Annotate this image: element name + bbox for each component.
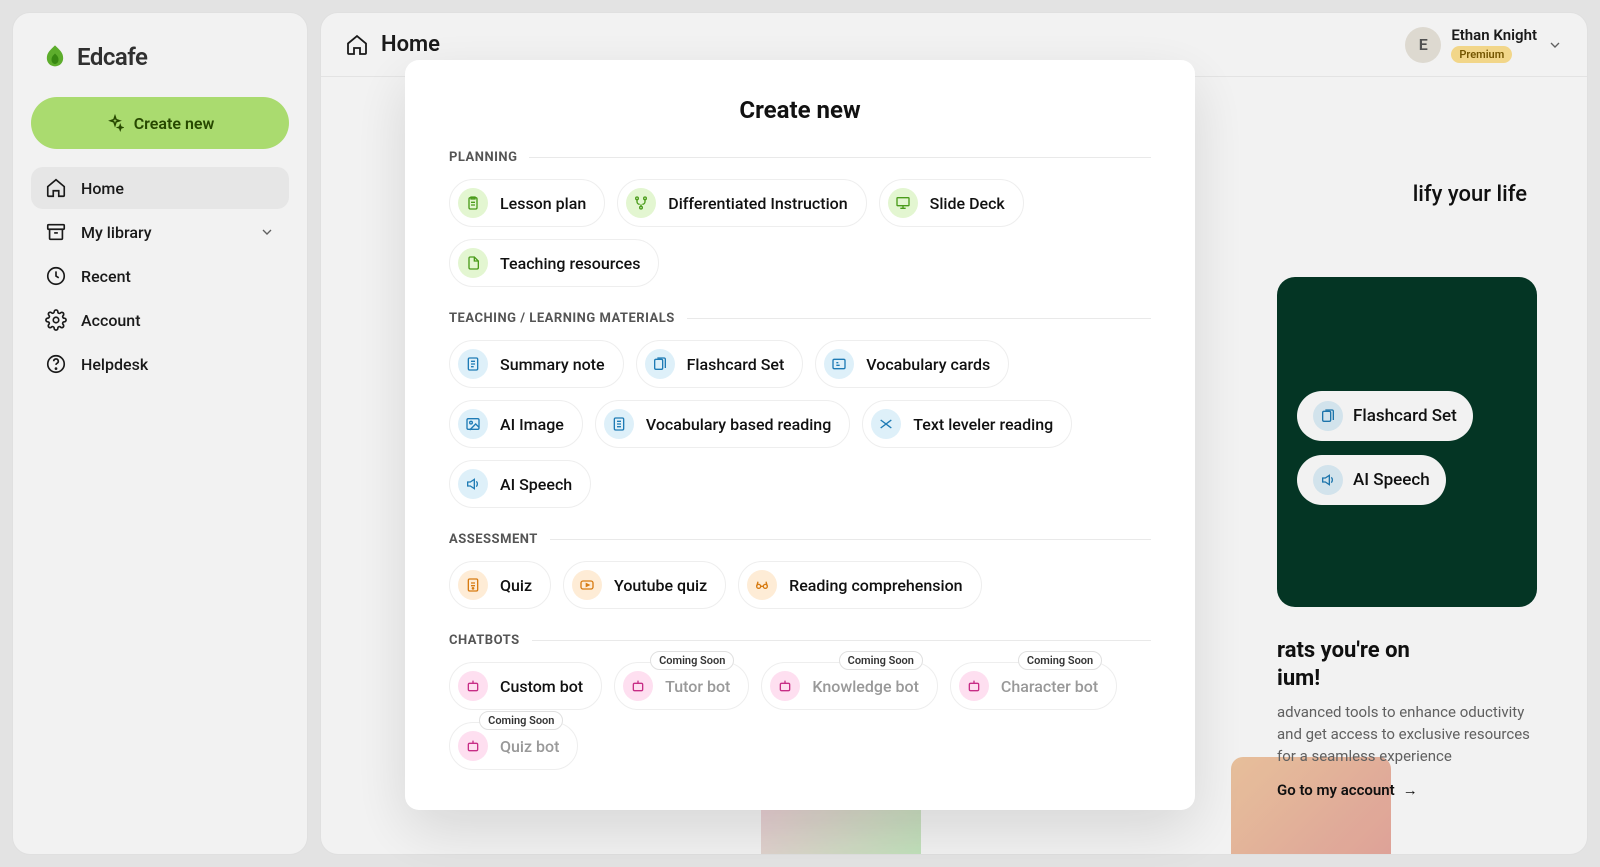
chip-lesson-plan[interactable]: Lesson plan [449, 179, 605, 227]
clipboard-icon [458, 188, 488, 218]
section-label-chatbots: CHATBOTS [449, 633, 520, 648]
create-new-modal: Create new PLANNING Lesson plan Differen… [405, 60, 1195, 810]
divider [687, 318, 1151, 319]
chip-label: Knowledge bot [812, 677, 919, 696]
chip-label: Tutor bot [665, 677, 730, 696]
chip-quiz[interactable]: Quiz [449, 561, 551, 609]
cards-icon [645, 349, 675, 379]
section-label-materials: TEACHING / LEARNING MATERIALS [449, 311, 675, 326]
chip-flashcard-set[interactable]: Flashcard Set [636, 340, 804, 388]
chip-summary-note[interactable]: Summary note [449, 340, 624, 388]
chip-ai-image[interactable]: AI Image [449, 400, 583, 448]
chip-label: Flashcard Set [687, 355, 785, 374]
chip-label: Text leveler reading [913, 415, 1053, 434]
quiz-icon [458, 570, 488, 600]
chip-label: Differentiated Instruction [668, 194, 847, 213]
chip-label: AI Image [500, 415, 564, 434]
doc-icon [604, 409, 634, 439]
chip-vocabulary-cards[interactable]: Vocabulary cards [815, 340, 1009, 388]
chip-label: Character bot [1001, 677, 1098, 696]
text-icon [871, 409, 901, 439]
bot-icon [458, 671, 488, 701]
chip-label: Teaching resources [500, 254, 640, 273]
coming-soon-badge: Coming Soon [479, 711, 563, 730]
chip-knowledge-bot: Coming Soon Knowledge bot [761, 662, 938, 710]
chip-label: Custom bot [500, 677, 583, 696]
glasses-icon [747, 570, 777, 600]
chip-quiz-bot: Coming Soon Quiz bot [449, 722, 578, 770]
presentation-icon [888, 188, 918, 218]
chip-label: Vocabulary based reading [646, 415, 831, 434]
coming-soon-badge: Coming Soon [650, 651, 734, 670]
chip-character-bot: Coming Soon Character bot [950, 662, 1117, 710]
chip-reading-comprehension[interactable]: Reading comprehension [738, 561, 981, 609]
chip-label: Vocabulary cards [866, 355, 990, 374]
chip-ai-speech[interactable]: AI Speech [449, 460, 591, 508]
chip-teaching-resources[interactable]: Teaching resources [449, 239, 659, 287]
chip-label: Quiz bot [500, 737, 559, 756]
bot-icon [623, 671, 653, 701]
chip-text-leveler-reading[interactable]: Text leveler reading [862, 400, 1072, 448]
files-icon [458, 248, 488, 278]
divider [532, 640, 1151, 641]
image-icon [458, 409, 488, 439]
chip-vocabulary-reading[interactable]: Vocabulary based reading [595, 400, 850, 448]
coming-soon-badge: Coming Soon [1018, 651, 1102, 670]
chip-label: AI Speech [500, 475, 572, 494]
divider [529, 157, 1151, 158]
section-label-assessment: ASSESSMENT [449, 532, 538, 547]
speaker-icon [458, 469, 488, 499]
modal-backdrop[interactable]: Create new PLANNING Lesson plan Differen… [0, 0, 1600, 867]
chip-label: Summary note [500, 355, 605, 374]
bot-icon [770, 671, 800, 701]
chip-youtube-quiz[interactable]: Youtube quiz [563, 561, 726, 609]
chip-label: Quiz [500, 576, 532, 595]
section-label-planning: PLANNING [449, 150, 517, 165]
bot-icon [458, 731, 488, 761]
chip-label: Reading comprehension [789, 576, 962, 595]
branch-icon [626, 188, 656, 218]
modal-title: Create new [449, 96, 1151, 124]
chip-slide-deck[interactable]: Slide Deck [879, 179, 1024, 227]
coming-soon-badge: Coming Soon [839, 651, 923, 670]
chip-custom-bot[interactable]: Custom bot [449, 662, 602, 710]
chip-label: Youtube quiz [614, 576, 707, 595]
divider [550, 539, 1151, 540]
youtube-icon [572, 570, 602, 600]
chip-label: Lesson plan [500, 194, 586, 213]
vocab-icon [824, 349, 854, 379]
chip-tutor-bot: Coming Soon Tutor bot [614, 662, 749, 710]
note-icon [458, 349, 488, 379]
chip-differentiated-instruction[interactable]: Differentiated Instruction [617, 179, 866, 227]
bot-icon [959, 671, 989, 701]
chip-label: Slide Deck [930, 194, 1005, 213]
